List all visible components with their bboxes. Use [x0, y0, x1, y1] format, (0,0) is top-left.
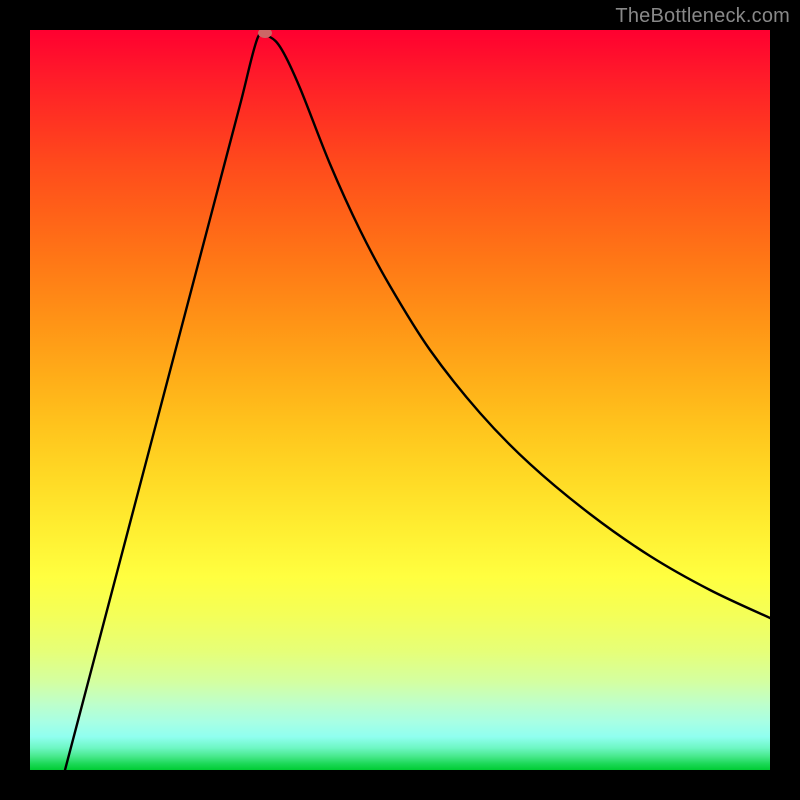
watermark-text: TheBottleneck.com	[615, 5, 790, 28]
curve-layer	[30, 30, 770, 770]
plot-area	[30, 30, 770, 770]
chart-frame: TheBottleneck.com	[0, 0, 800, 800]
bottleneck-curve	[65, 31, 770, 770]
